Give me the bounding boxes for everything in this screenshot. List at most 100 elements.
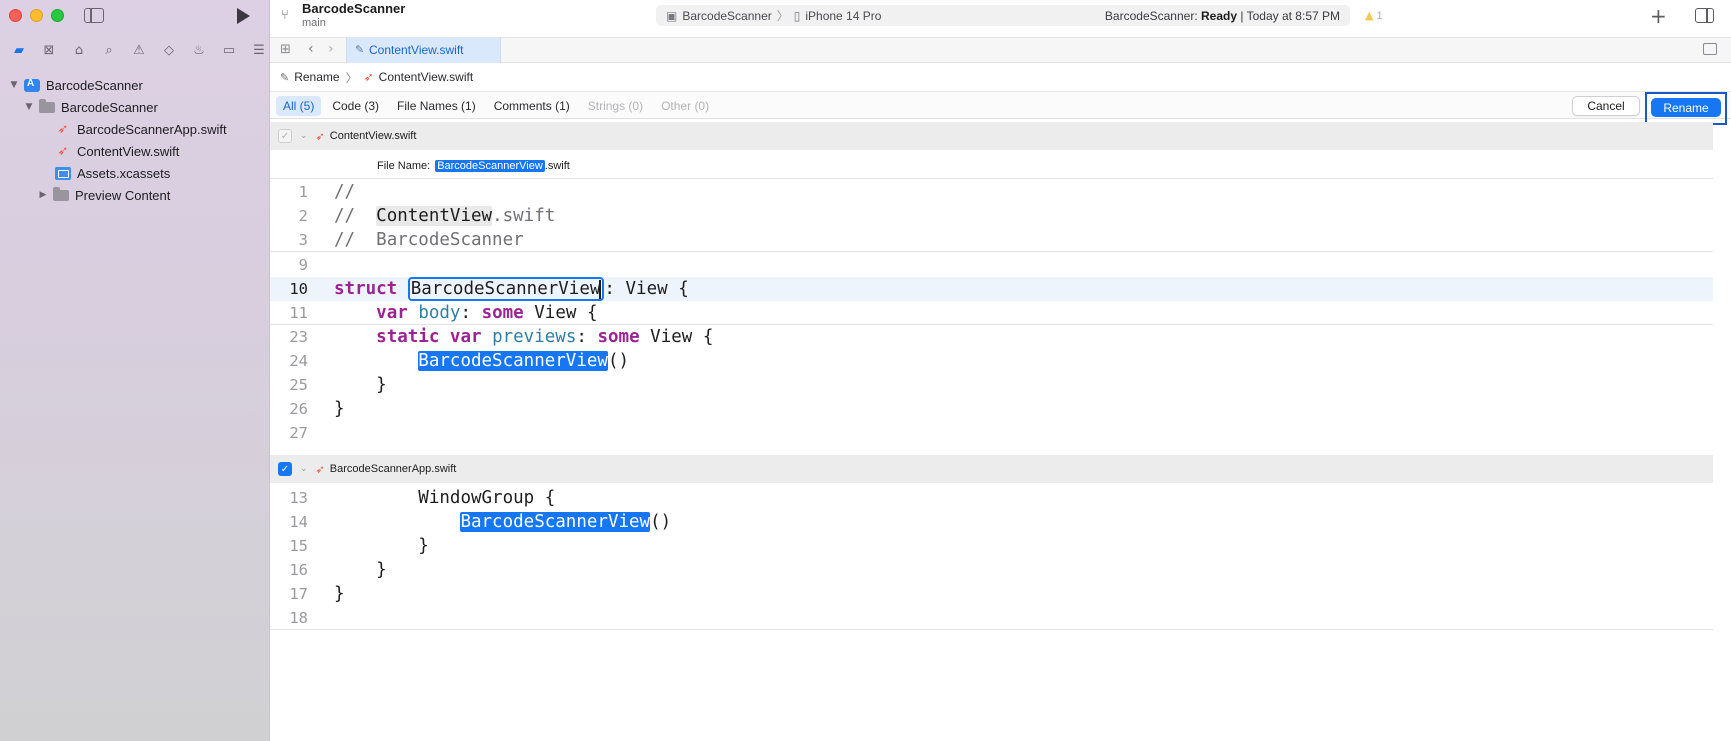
- close-window-button[interactable]: [9, 9, 22, 22]
- tree-item-project[interactable]: ▼ BarcodeScanner: [0, 74, 270, 96]
- filter-all[interactable]: All (5): [276, 96, 322, 116]
- code-line: 14 BarcodeScannerView(): [270, 510, 1713, 534]
- filter-file-names[interactable]: File Names (1): [390, 96, 483, 116]
- filter-comments[interactable]: Comments (1): [487, 96, 577, 116]
- project-title: BarcodeScanner: [302, 1, 406, 16]
- minimize-window-button[interactable]: [30, 9, 43, 22]
- split-editor-icon[interactable]: [1703, 43, 1717, 55]
- line-number: 9: [298, 256, 308, 274]
- code-line: 27: [270, 421, 1713, 445]
- tree-item-group[interactable]: ▼ BarcodeScanner: [0, 96, 270, 118]
- breadcrumb-file[interactable]: ContentView.swift: [379, 70, 474, 84]
- code-keyword: some: [597, 327, 640, 347]
- code-type: View: [650, 327, 693, 347]
- code-property: previews: [492, 327, 577, 347]
- tree-item-app-swift[interactable]: ➶ BarcodeScannerApp.swift: [0, 118, 270, 140]
- chevron-down-icon[interactable]: ⌄: [300, 131, 308, 141]
- swift-file-icon: ➶: [315, 462, 325, 476]
- code-text: (): [650, 512, 672, 532]
- folder-icon[interactable]: ▰: [4, 41, 34, 59]
- code-line-current: 10 struct BarcodeScannerView: View {: [270, 277, 1713, 301]
- code-comment: //: [334, 182, 356, 202]
- code-line: 1 //: [270, 180, 1713, 204]
- rename-filter-bar: All (5) Code (3) File Names (1) Comments…: [270, 91, 1731, 125]
- chevron-down-icon[interactable]: ▼: [8, 80, 20, 90]
- scheme-device[interactable]: iPhone 14 Pro: [805, 9, 881, 23]
- line-number: 11: [289, 303, 308, 322]
- file-name-label: File Name:: [377, 159, 431, 172]
- rename-edit-field[interactable]: BarcodeScannerView: [407, 277, 605, 301]
- code-property: body: [418, 302, 461, 323]
- code-line: 2 // ContentView.swift: [270, 204, 1713, 228]
- debug-spray-icon[interactable]: ♨: [184, 41, 214, 59]
- breadcrumb-root[interactable]: Rename: [294, 70, 339, 84]
- tab-contentview[interactable]: ✎ ContentView.swift: [346, 37, 501, 63]
- tree-item-label: Preview Content: [75, 187, 171, 203]
- run-button[interactable]: [237, 8, 250, 24]
- include-file-checkbox[interactable]: ✓: [278, 129, 292, 143]
- filter-group: All (5) Code (3) File Names (1) Comments…: [276, 96, 716, 116]
- new-file-name[interactable]: BarcodeScannerView: [435, 159, 545, 172]
- project-tree: ▼ BarcodeScanner ▼ BarcodeScanner ➶ Barc…: [0, 74, 270, 206]
- xcode-project-icon: [24, 78, 40, 92]
- code-line: 18: [270, 606, 1713, 630]
- tree-item-assets[interactable]: Assets.xcassets: [0, 162, 270, 184]
- file-header-name: ContentView.swift: [329, 130, 417, 142]
- branch-icon: ⑂: [281, 8, 289, 23]
- forward-arrow-icon[interactable]: ›: [328, 41, 334, 57]
- branch-name: main: [302, 17, 326, 29]
- related-items-icon[interactable]: ⊞: [280, 42, 291, 57]
- code-text: :: [460, 302, 472, 323]
- line-number: 1: [298, 183, 308, 201]
- scheme-target[interactable]: BarcodeScanner: [682, 9, 771, 23]
- tree-item-label: BarcodeScanner: [61, 99, 158, 115]
- code-line: 17 }: [270, 582, 1713, 606]
- line-number: 18: [289, 608, 308, 627]
- build-status: BarcodeScanner: Ready | Today at 8:57 PM: [1105, 9, 1340, 23]
- add-library-button[interactable]: +: [1650, 4, 1667, 28]
- cancel-button[interactable]: Cancel: [1572, 96, 1640, 116]
- text-caret: [599, 279, 602, 299]
- breakpoint-icon[interactable]: ▭: [214, 41, 244, 59]
- chevron-down-icon[interactable]: ⌄: [300, 464, 308, 474]
- code-text: }: [418, 536, 429, 556]
- code-text: }: [376, 560, 387, 580]
- filter-other: Other (0): [661, 99, 710, 113]
- file-name-change: File Name: BarcodeScannerView .swift: [270, 153, 1713, 179]
- rename-button[interactable]: Rename: [1651, 98, 1721, 117]
- code-line: 15 }: [270, 534, 1713, 558]
- app-target-icon: ▣: [666, 8, 678, 23]
- issue-warning-icon[interactable]: ⚠: [124, 41, 154, 59]
- search-icon[interactable]: ⌕: [94, 41, 124, 59]
- symbol-navigator-icon[interactable]: ⌂: [64, 41, 94, 59]
- chevron-down-icon[interactable]: ▼: [23, 102, 35, 112]
- test-diamond-icon[interactable]: ◇: [154, 41, 184, 59]
- source-control-icon[interactable]: ⊠: [34, 41, 64, 59]
- warnings-indicator[interactable]: ▲ 1: [1365, 9, 1383, 22]
- line-number: 10: [289, 280, 308, 298]
- line-number: 27: [289, 424, 308, 442]
- code-text: }: [334, 584, 345, 604]
- code-text: {: [586, 302, 598, 323]
- tree-item-preview-content[interactable]: ▶ Preview Content: [0, 184, 270, 206]
- zoom-window-button[interactable]: [51, 9, 64, 22]
- code-keyword: var: [376, 302, 408, 323]
- line-number: 2: [298, 207, 308, 225]
- chevron-right-icon[interactable]: ▶: [37, 190, 49, 200]
- back-arrow-icon[interactable]: ‹: [308, 41, 314, 57]
- include-file-checkbox[interactable]: ✓: [278, 462, 292, 476]
- new-name-occurrence[interactable]: BarcodeScannerView: [418, 351, 608, 371]
- filter-code[interactable]: Code (3): [325, 96, 386, 116]
- rename-icon: ✎: [280, 70, 290, 84]
- code-text: {: [678, 279, 689, 299]
- new-name-text[interactable]: BarcodeScannerView: [411, 279, 601, 299]
- line-number: 23: [289, 328, 308, 346]
- tab-label: ContentView.swift: [369, 43, 464, 57]
- sidebar-toggle-icon[interactable]: [84, 8, 104, 23]
- old-name-occurrence[interactable]: ContentView: [376, 206, 493, 226]
- new-name-occurrence[interactable]: BarcodeScannerView: [460, 512, 651, 532]
- inspector-toggle-icon[interactable]: [1695, 8, 1714, 23]
- code-keyword: some: [481, 302, 524, 323]
- tree-item-contentview-swift[interactable]: ➶ ContentView.swift: [0, 140, 270, 162]
- asset-catalog-icon: [55, 166, 71, 180]
